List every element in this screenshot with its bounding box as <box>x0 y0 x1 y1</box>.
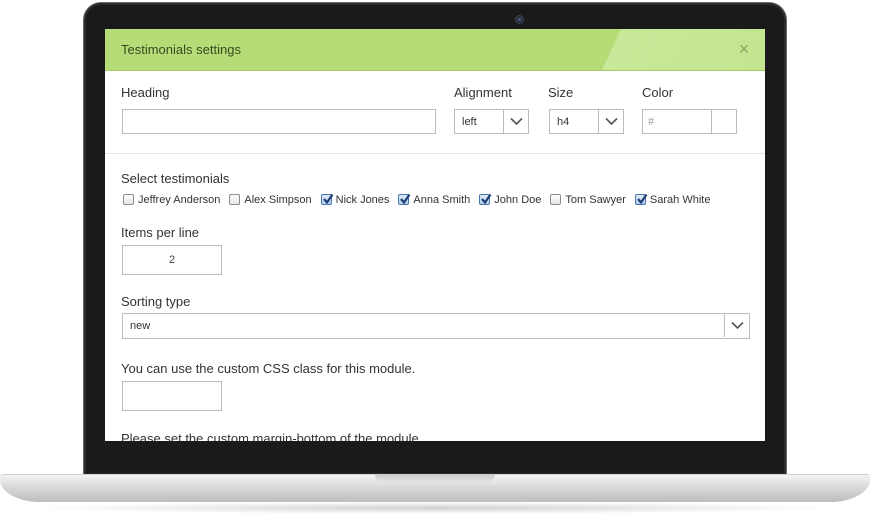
modal-title: Testimonials settings <box>121 42 241 57</box>
size-value: h4 <box>557 116 570 128</box>
testimonial-checkbox-label: Alex Simpson <box>244 193 312 206</box>
testimonial-checkbox-label: Sarah White <box>649 193 711 206</box>
color-swatch[interactable] <box>711 110 736 133</box>
chevron-down-icon[interactable] <box>724 314 749 337</box>
heading-input[interactable] <box>122 109 436 134</box>
alignment-value: left <box>462 116 477 128</box>
testimonial-checkbox-label: Jeffrey Anderson <box>138 193 221 206</box>
css-class-input[interactable] <box>122 381 222 411</box>
sorting-type-label: Sorting type <box>121 294 191 309</box>
testimonial-checkbox-item[interactable]: Jeffrey Anderson <box>123 191 220 209</box>
chevron-down-icon[interactable] <box>598 110 623 133</box>
testimonial-checkbox-label: Nick Jones <box>335 193 390 206</box>
testimonial-checkbox[interactable] <box>320 193 334 205</box>
items-per-line-input[interactable] <box>122 245 222 275</box>
testimonial-checkbox[interactable] <box>123 194 134 205</box>
size-select[interactable]: h4 <box>549 109 624 134</box>
testimonial-checkbox-item[interactable]: Nick Jones <box>320 191 390 209</box>
testimonial-checkbox-item[interactable]: Sarah White <box>634 191 711 209</box>
sorting-type-select[interactable]: new <box>122 313 750 339</box>
testimonial-checkbox-item[interactable]: Anna Smith <box>398 191 470 209</box>
testimonials-checkbox-list: Jeffrey Anderson Alex Simpson Nick Jones An… <box>123 191 719 206</box>
testimonials-label: Select testimonials <box>121 171 230 186</box>
alignment-label: Alignment <box>454 85 512 100</box>
color-value: # <box>648 116 655 128</box>
close-icon[interactable]: × <box>735 40 753 58</box>
items-per-line-label: Items per line <box>121 225 200 240</box>
testimonial-checkbox[interactable] <box>634 193 648 205</box>
testimonial-checkbox[interactable] <box>479 193 492 205</box>
camera-icon <box>515 15 524 24</box>
laptop-base-notch <box>375 474 495 483</box>
screen: Testimonials settings × Heading Alignmen… <box>105 29 765 441</box>
testimonial-checkbox[interactable] <box>398 193 411 205</box>
chevron-down-icon[interactable] <box>503 110 528 133</box>
testimonial-checkbox-item[interactable]: Tom Sawyer <box>550 191 626 209</box>
divider <box>105 153 765 154</box>
css-class-label: You can use the custom CSS class for thi… <box>121 361 416 376</box>
heading-label: Heading <box>121 85 170 100</box>
testimonial-checkbox-label: Anna Smith <box>413 193 471 206</box>
testimonial-checkbox-item[interactable]: John Doe <box>479 191 541 209</box>
margin-bottom-label: Please set the custom margin-bottom of t… <box>121 431 423 441</box>
laptop-shadow <box>30 502 840 514</box>
alignment-select[interactable]: left <box>454 109 529 134</box>
color-input[interactable]: # <box>642 109 737 134</box>
testimonial-checkbox[interactable] <box>229 194 241 205</box>
modal-header: Testimonials settings × <box>105 29 765 71</box>
color-label: Color <box>642 85 674 100</box>
testimonial-checkbox-label: John Doe <box>494 193 542 206</box>
testimonial-checkbox-item[interactable]: Alex Simpson <box>229 191 312 209</box>
testimonial-checkbox[interactable] <box>550 194 562 205</box>
sorting-type-value: new <box>130 320 151 332</box>
size-label: Size <box>548 85 574 100</box>
testimonial-checkbox-label: Tom Sawyer <box>565 193 626 206</box>
